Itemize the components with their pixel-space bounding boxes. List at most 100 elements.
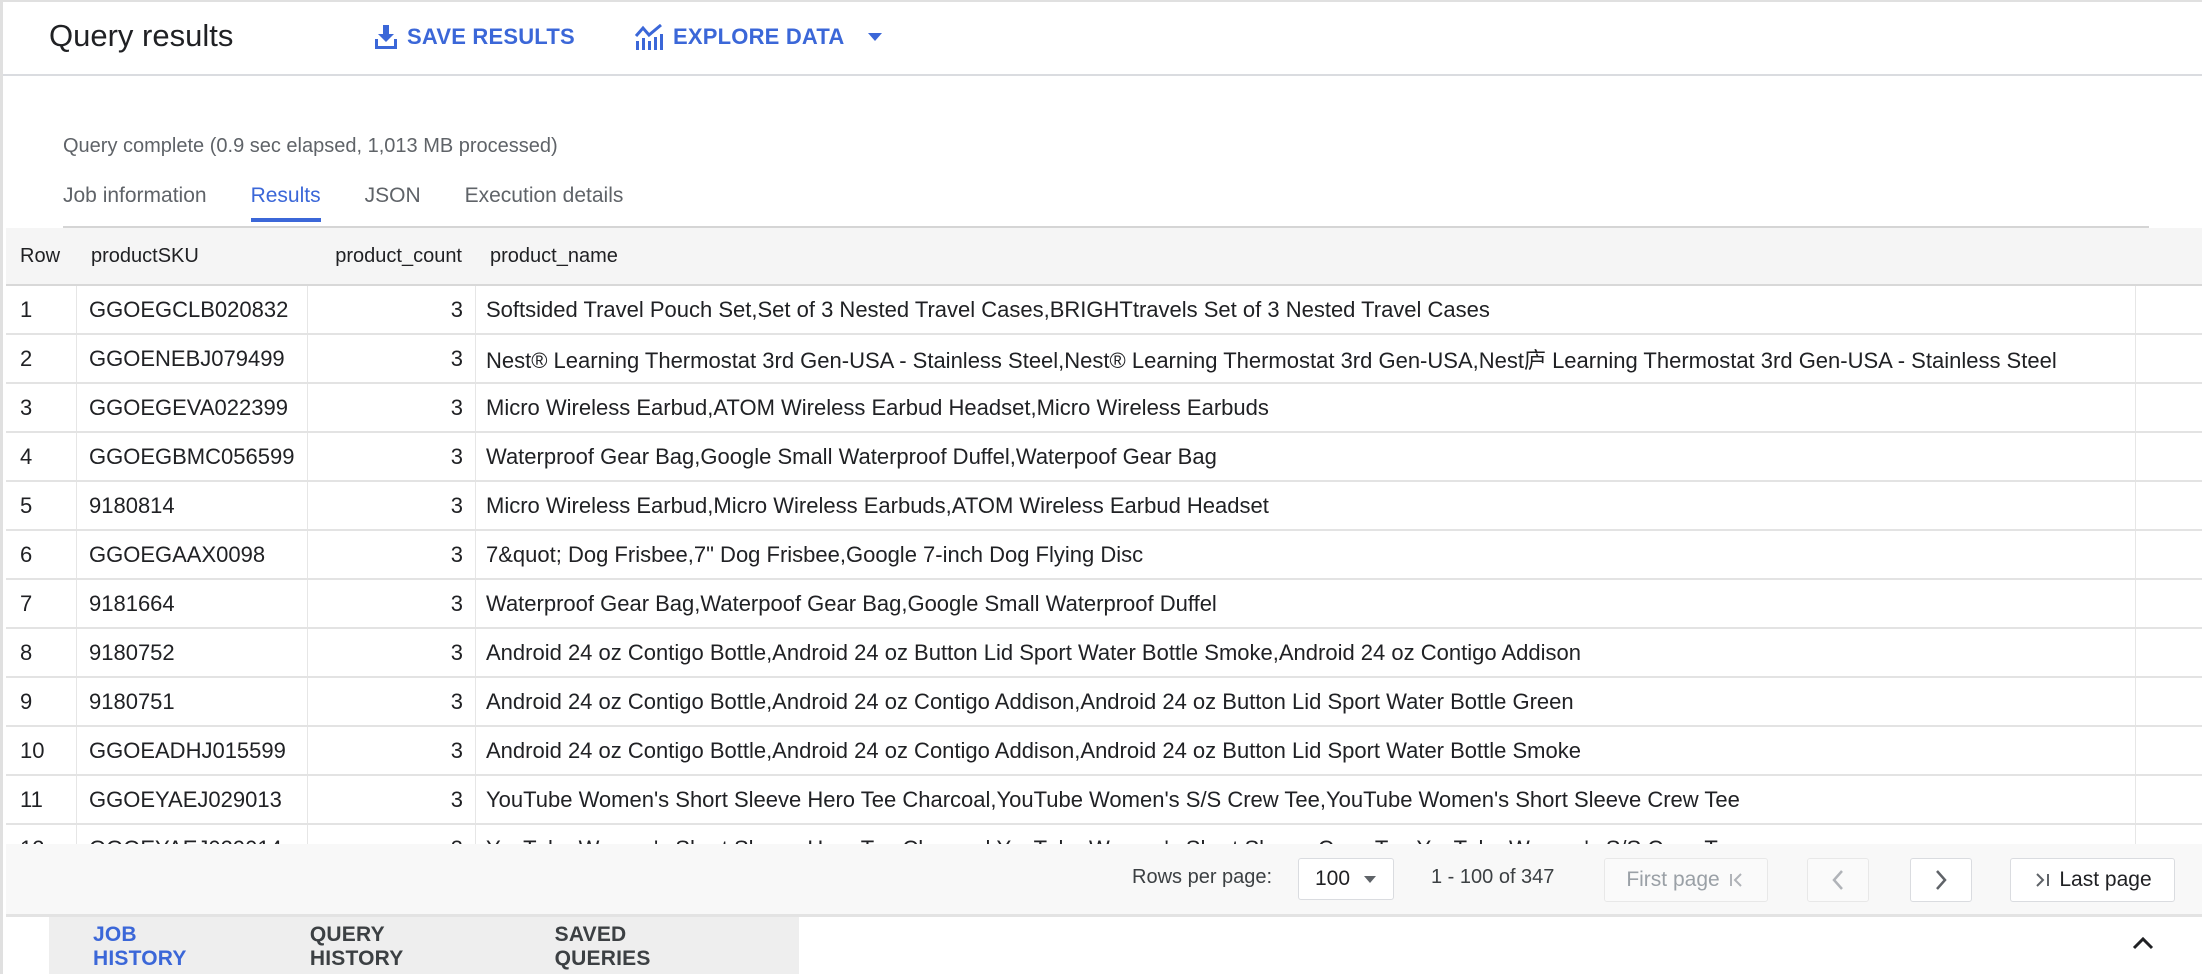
pagination-bar: Rows per page: 100 1 - 100 of 347 First … (6, 844, 2202, 917)
rows-per-page-select[interactable]: 100 (1298, 858, 1394, 900)
cell-row-number: 9 (6, 678, 77, 725)
cell-product-name: Nest® Learning Thermostat 3rd Gen-USA - … (476, 335, 2136, 382)
cell-productsku: GGOEADHJ015599 (77, 727, 308, 774)
cell-filler (2136, 384, 2202, 431)
cell-product-count: 3 (308, 335, 476, 382)
table-row[interactable]: 8 9180752 3 Android 24 oz Contigo Bottle,An… (6, 629, 2202, 678)
chevron-left-icon (1831, 869, 1845, 891)
table-row[interactable]: 3 GGOEGEVA022399 3 Micro Wireless Earbud,AT… (6, 384, 2202, 433)
cell-productsku: 9180751 (77, 678, 308, 725)
panel-title: Query results (49, 18, 234, 53)
rows-per-page-value: 100 (1315, 867, 1351, 890)
table-row[interactable]: 7 9181664 3 Waterproof Gear Bag,Waterpoof G… (6, 580, 2202, 629)
explore-data-button[interactable]: EXPLORE DATA (635, 24, 883, 50)
cell-product-name: Android 24 oz Contigo Bottle,Android 24 … (476, 727, 2136, 774)
column-header-product-count: product_count (335, 244, 462, 267)
cell-filler (2136, 335, 2202, 382)
cell-productsku: GGOEGAAX0098 (77, 531, 308, 578)
last-page-icon (2033, 871, 2051, 889)
cell-productsku: GGOEGBMC056599 (77, 433, 308, 480)
chevron-right-icon (1934, 869, 1948, 891)
cell-productsku: 9180814 (77, 482, 308, 529)
query-results-panel: Query results SAVE RESULTS EXPLORE DATA … (0, 0, 2202, 974)
cell-filler (2136, 482, 2202, 529)
cell-filler (2136, 776, 2202, 823)
cell-row-number: 1 (6, 286, 77, 333)
chart-icon (635, 24, 663, 50)
table-row[interactable]: 5 9180814 3 Micro Wireless Earbud,Micro Wir… (6, 482, 2202, 531)
table-header: Row productSKU product_count product_nam… (6, 228, 2202, 286)
column-header-product-name: product_name (490, 244, 618, 267)
cell-productsku: GGOEGCLB020832 (77, 286, 308, 333)
cell-product-count: 3 (308, 482, 476, 529)
cell-product-name: 7&quot; Dog Frisbee,7" Dog Frisbee,Googl… (476, 531, 2136, 578)
save-results-button[interactable]: SAVE RESULTS (375, 24, 575, 50)
cell-product-name: Android 24 oz Contigo Bottle,Android 24 … (476, 629, 2136, 676)
cell-productsku: GGOEYAEJ029013 (77, 776, 308, 823)
cell-filler (2136, 678, 2202, 725)
table-row[interactable]: 4 GGOEGBMC056599 3 Waterproof Gear Bag,Goog… (6, 433, 2202, 482)
rows-per-page-label: Rows per page: (1132, 866, 1273, 888)
cell-row-number: 6 (6, 531, 77, 578)
first-page-label: First page (1626, 868, 1720, 891)
cell-product-count: 3 (308, 433, 476, 480)
query-status: Query complete (0.9 sec elapsed, 1,013 M… (63, 135, 558, 157)
cell-row-number: 7 (6, 580, 77, 627)
table-row[interactable]: 6 GGOEGAAX0098 3 7&quot; Dog Frisbee,7" Dog… (6, 531, 2202, 580)
column-header-productsku: productSKU (91, 244, 199, 267)
cell-productsku: GGOEGEVA022399 (77, 384, 308, 431)
cell-productsku: GGOENEBJ079499 (77, 335, 308, 382)
results-table: Row productSKU product_count product_nam… (6, 228, 2202, 874)
table-row[interactable]: 10 GGOEADHJ015599 3 Android 24 oz Contigo B… (6, 727, 2202, 776)
cell-productsku: 9181664 (77, 580, 308, 627)
cell-product-name: YouTube Women's Short Sleeve Hero Tee Ch… (476, 776, 2136, 823)
table-row[interactable]: 2 GGOENEBJ079499 3 Nest® Learning Thermosta… (6, 335, 2202, 384)
tab-saved-queries[interactable]: SAVED QUERIES (555, 923, 712, 971)
cell-product-count: 3 (308, 384, 476, 431)
tab-json[interactable]: JSON (365, 184, 421, 222)
cell-filler (2136, 727, 2202, 774)
cell-product-name: Android 24 oz Contigo Bottle,Android 24 … (476, 678, 2136, 725)
results-toolbar: Query results SAVE RESULTS EXPLORE DATA (3, 2, 2202, 76)
table-row[interactable]: 11 GGOEYAEJ029013 3 YouTube Women's Short S… (6, 776, 2202, 825)
cell-product-count: 3 (308, 580, 476, 627)
cell-product-name: Softsided Travel Pouch Set,Set of 3 Nest… (476, 286, 2136, 333)
results-tabs: Job information Results JSON Execution d… (63, 184, 667, 222)
cell-product-count: 3 (308, 776, 476, 823)
tab-job-history[interactable]: JOB HISTORY (93, 923, 223, 971)
cell-filler (2136, 580, 2202, 627)
table-row[interactable]: 1 GGOEGCLB020832 3 Softsided Travel Pouch S… (6, 286, 2202, 335)
save-results-label: SAVE RESULTS (407, 24, 575, 49)
tab-execution-details[interactable]: Execution details (465, 184, 624, 222)
explore-data-label: EXPLORE DATA (673, 24, 845, 49)
cell-row-number: 5 (6, 482, 77, 529)
cell-row-number: 3 (6, 384, 77, 431)
table-row[interactable]: 9 9180751 3 Android 24 oz Contigo Bottle,An… (6, 678, 2202, 727)
cell-product-count: 3 (308, 678, 476, 725)
first-page-icon (1728, 871, 1746, 889)
cell-product-name: Waterproof Gear Bag,Waterpoof Gear Bag,G… (476, 580, 2136, 627)
previous-page-button[interactable] (1807, 858, 1869, 902)
table-body: 1 GGOEGCLB020832 3 Softsided Travel Pouch S… (6, 286, 2202, 874)
cell-product-count: 3 (308, 286, 476, 333)
last-page-button[interactable]: Last page (2010, 858, 2175, 902)
cell-row-number: 11 (6, 776, 77, 823)
tab-results[interactable]: Results (250, 184, 321, 222)
chevron-up-icon[interactable] (2131, 935, 2155, 956)
cell-row-number: 4 (6, 433, 77, 480)
cell-row-number: 8 (6, 629, 77, 676)
history-panel-bar: JOB HISTORY QUERY HISTORY SAVED QUERIES (6, 917, 2202, 974)
tab-query-history[interactable]: QUERY HISTORY (310, 923, 468, 971)
cell-product-name: Micro Wireless Earbud,ATOM Wireless Earb… (476, 384, 2136, 431)
column-header-row: Row (20, 244, 61, 267)
next-page-button[interactable] (1910, 858, 1972, 902)
dropdown-arrow-icon (1364, 875, 1377, 883)
last-page-label: Last page (2059, 868, 2152, 891)
cell-product-count: 3 (308, 531, 476, 578)
caret-down-icon[interactable] (868, 33, 883, 41)
page-range: 1 - 100 of 347 (1431, 866, 1555, 888)
history-tabs: JOB HISTORY QUERY HISTORY SAVED QUERIES (49, 917, 799, 974)
first-page-button[interactable]: First page (1604, 858, 1768, 902)
cell-filler (2136, 629, 2202, 676)
tab-job-information[interactable]: Job information (63, 184, 207, 222)
